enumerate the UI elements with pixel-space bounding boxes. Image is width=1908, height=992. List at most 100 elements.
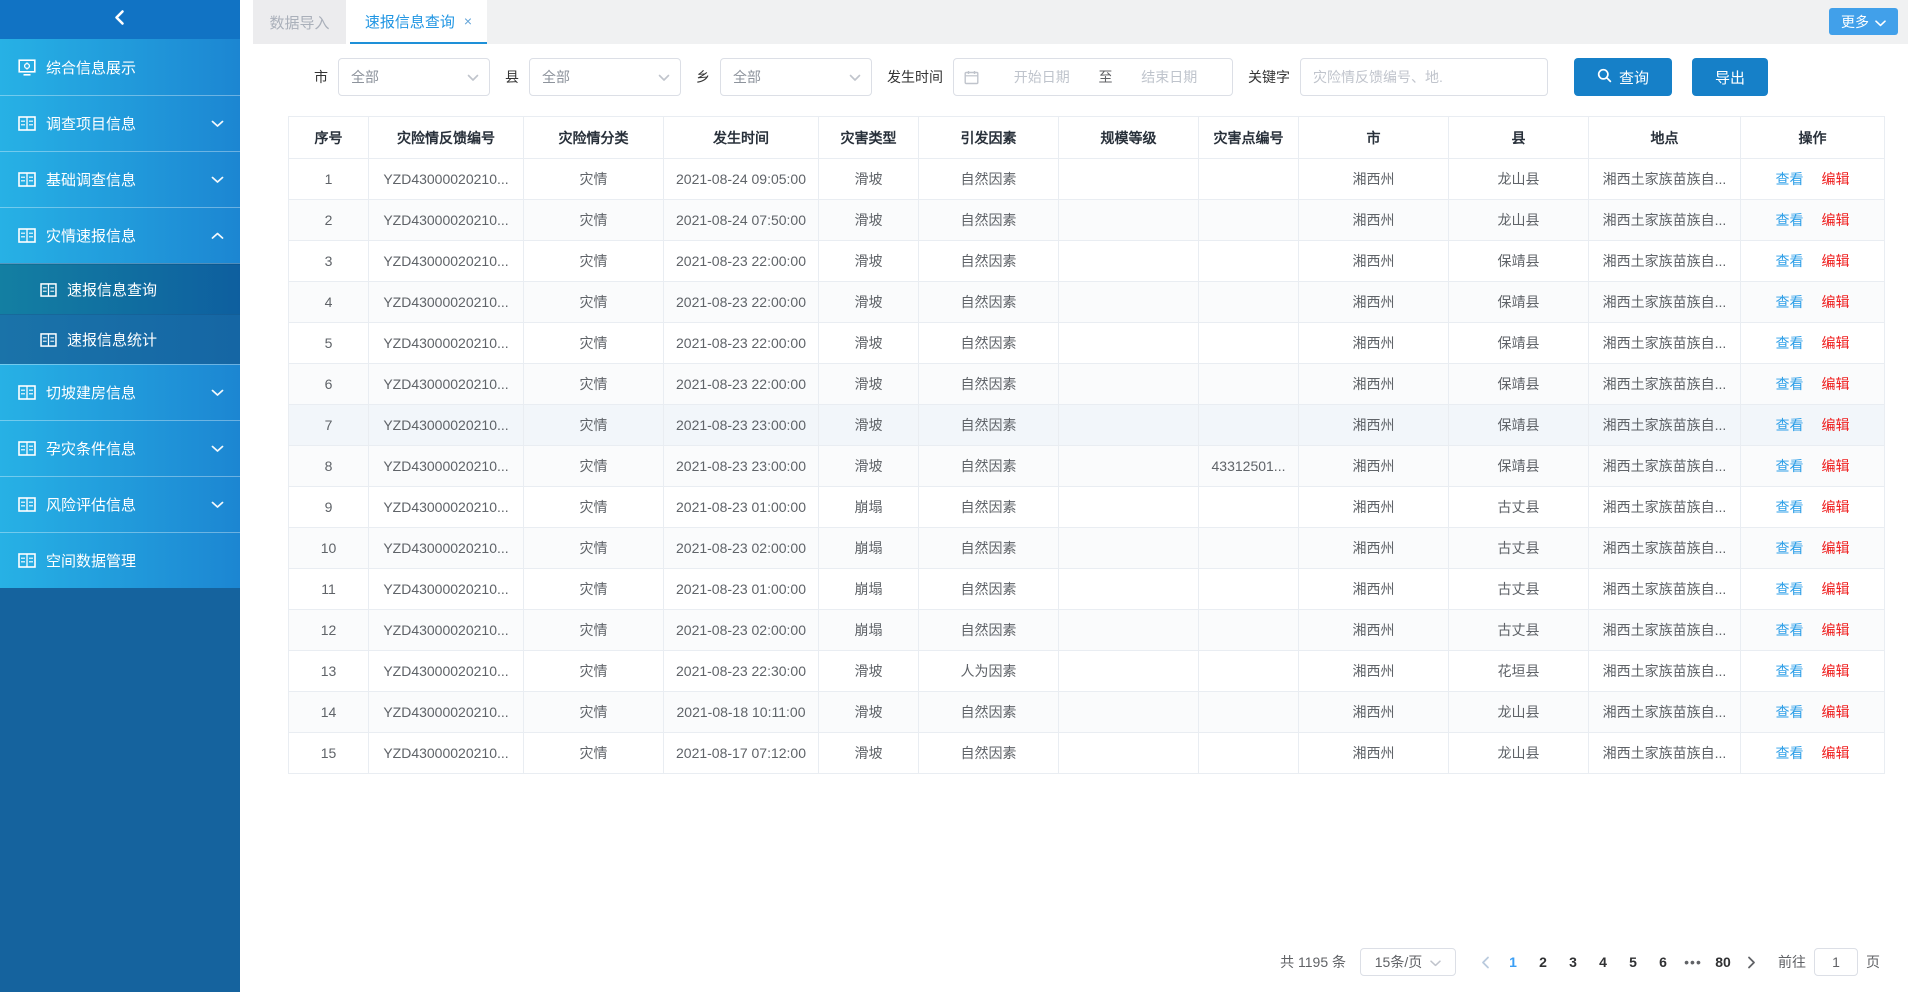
dashboard-icon <box>18 59 36 76</box>
edit-link[interactable]: 编辑 <box>1822 458 1850 474</box>
tab-label: 速报信息查询 <box>365 11 455 32</box>
cell-feedback-code: YZD43000020210... <box>369 364 524 405</box>
prev-page-button[interactable] <box>1472 956 1498 969</box>
sidebar-subitem-label: 速报信息统计 <box>67 329 157 350</box>
cell-feedback-code: YZD43000020210... <box>369 159 524 200</box>
edit-link[interactable]: 编辑 <box>1822 417 1850 433</box>
view-link[interactable]: 查看 <box>1776 581 1804 597</box>
sidebar-item-comprehensive-info[interactable]: 综合信息展示 <box>0 39 240 95</box>
search-icon <box>1597 68 1612 87</box>
sidebar-item-risk-assessment-info[interactable]: 风险评估信息 <box>0 476 240 532</box>
cell-point-code <box>1199 405 1299 446</box>
view-link[interactable]: 查看 <box>1776 171 1804 187</box>
view-link[interactable]: 查看 <box>1776 417 1804 433</box>
cell-disaster-type: 滑坡 <box>819 159 919 200</box>
edit-link[interactable]: 编辑 <box>1822 294 1850 310</box>
edit-link[interactable]: 编辑 <box>1822 376 1850 392</box>
sidebar-collapse-button[interactable] <box>0 0 240 39</box>
view-link[interactable]: 查看 <box>1776 704 1804 720</box>
view-link[interactable]: 查看 <box>1776 376 1804 392</box>
sidebar-item-disaster-report-info[interactable]: 灾情速报信息 <box>0 207 240 263</box>
sidebar-item-basic-survey-info[interactable]: 基础调查信息 <box>0 151 240 207</box>
town-select[interactable]: 全部 <box>720 58 872 96</box>
page-button-5[interactable]: 5 <box>1618 954 1648 970</box>
edit-link[interactable]: 编辑 <box>1822 540 1850 556</box>
column-header: 发生时间 <box>664 117 819 159</box>
search-button[interactable]: 查询 <box>1574 58 1672 96</box>
date-range-picker[interactable]: 开始日期 至 结束日期 <box>953 58 1233 96</box>
view-link[interactable]: 查看 <box>1776 458 1804 474</box>
table-icon <box>18 497 36 512</box>
view-link[interactable]: 查看 <box>1776 253 1804 269</box>
cell-disaster-type: 崩塌 <box>819 610 919 651</box>
edit-link[interactable]: 编辑 <box>1822 499 1850 515</box>
total-count: 共 1195 条 <box>1280 952 1346 972</box>
cell-trigger-factor: 自然因素 <box>919 282 1059 323</box>
cell-disaster-type: 滑坡 <box>819 282 919 323</box>
cell-scale-level <box>1059 569 1199 610</box>
city-select-value: 全部 <box>351 67 379 87</box>
page-button-6[interactable]: 6 <box>1648 954 1678 970</box>
edit-link[interactable]: 编辑 <box>1822 171 1850 187</box>
edit-link[interactable]: 编辑 <box>1822 581 1850 597</box>
page-button-4[interactable]: 4 <box>1588 954 1618 970</box>
page-button-3[interactable]: 3 <box>1558 954 1588 970</box>
cell-city: 湘西州 <box>1299 159 1449 200</box>
sidebar-subitem-report-statistics[interactable]: 速报信息统计 <box>0 314 240 364</box>
cell-actions: 查看 编辑 <box>1741 528 1885 569</box>
edit-link[interactable]: 编辑 <box>1822 745 1850 761</box>
table-icon <box>18 385 36 400</box>
cell-category: 灾情 <box>524 651 664 692</box>
table-row: 14 YZD43000020210... 灾情 2021-08-18 10:11… <box>289 692 1885 733</box>
tab-report-query[interactable]: 速报信息查询 × <box>350 0 487 44</box>
cell-disaster-type: 滑坡 <box>819 651 919 692</box>
edit-link[interactable]: 编辑 <box>1822 212 1850 228</box>
city-select[interactable]: 全部 <box>338 58 490 96</box>
sidebar: 综合信息展示 调查项目信息 基础调查信息 <box>0 0 240 992</box>
sidebar-item-survey-project-info[interactable]: 调查项目信息 <box>0 95 240 151</box>
edit-link[interactable]: 编辑 <box>1822 663 1850 679</box>
page-button-2[interactable]: 2 <box>1528 954 1558 970</box>
cell-location: 湘西土家族苗族自... <box>1589 446 1741 487</box>
sidebar-item-hazard-condition-info[interactable]: 孕灾条件信息 <box>0 420 240 476</box>
edit-link[interactable]: 编辑 <box>1822 704 1850 720</box>
view-link[interactable]: 查看 <box>1776 663 1804 679</box>
page-button-80[interactable]: 80 <box>1708 954 1738 970</box>
view-link[interactable]: 查看 <box>1776 335 1804 351</box>
sidebar-item-slope-housing-info[interactable]: 切坡建房信息 <box>0 364 240 420</box>
edit-link[interactable]: 编辑 <box>1822 622 1850 638</box>
tab-bar-background <box>487 0 1908 44</box>
view-link[interactable]: 查看 <box>1776 745 1804 761</box>
table-row: 15 YZD43000020210... 灾情 2021-08-17 07:12… <box>289 733 1885 774</box>
view-link[interactable]: 查看 <box>1776 294 1804 310</box>
page-button-1[interactable]: 1 <box>1498 954 1528 970</box>
cell-scale-level <box>1059 528 1199 569</box>
view-link[interactable]: 查看 <box>1776 212 1804 228</box>
sidebar-item-spatial-data-management[interactable]: 空间数据管理 <box>0 532 240 588</box>
tab-data-import[interactable]: 数据导入 <box>253 0 346 44</box>
cell-trigger-factor: 自然因素 <box>919 405 1059 446</box>
more-button[interactable]: 更多 <box>1829 8 1898 35</box>
goto-page-input[interactable] <box>1814 948 1858 976</box>
export-button[interactable]: 导出 <box>1692 58 1768 96</box>
cell-disaster-type: 滑坡 <box>819 200 919 241</box>
cell-actions: 查看 编辑 <box>1741 487 1885 528</box>
cell-trigger-factor: 自然因素 <box>919 733 1059 774</box>
cell-disaster-type: 滑坡 <box>819 405 919 446</box>
sidebar-subitem-report-query[interactable]: 速报信息查询 <box>0 264 240 314</box>
cell-scale-level <box>1059 487 1199 528</box>
cell-trigger-factor: 自然因素 <box>919 446 1059 487</box>
more-pages-icon[interactable]: ••• <box>1678 954 1708 970</box>
cell-trigger-factor: 自然因素 <box>919 692 1059 733</box>
edit-link[interactable]: 编辑 <box>1822 253 1850 269</box>
edit-link[interactable]: 编辑 <box>1822 335 1850 351</box>
page-size-select[interactable]: 15条/页 <box>1360 948 1456 976</box>
county-select[interactable]: 全部 <box>529 58 681 96</box>
column-header: 灾害类型 <box>819 117 919 159</box>
close-icon[interactable]: × <box>464 14 472 28</box>
view-link[interactable]: 查看 <box>1776 622 1804 638</box>
view-link[interactable]: 查看 <box>1776 540 1804 556</box>
next-page-button[interactable] <box>1738 956 1764 969</box>
keyword-input[interactable] <box>1300 58 1548 96</box>
view-link[interactable]: 查看 <box>1776 499 1804 515</box>
